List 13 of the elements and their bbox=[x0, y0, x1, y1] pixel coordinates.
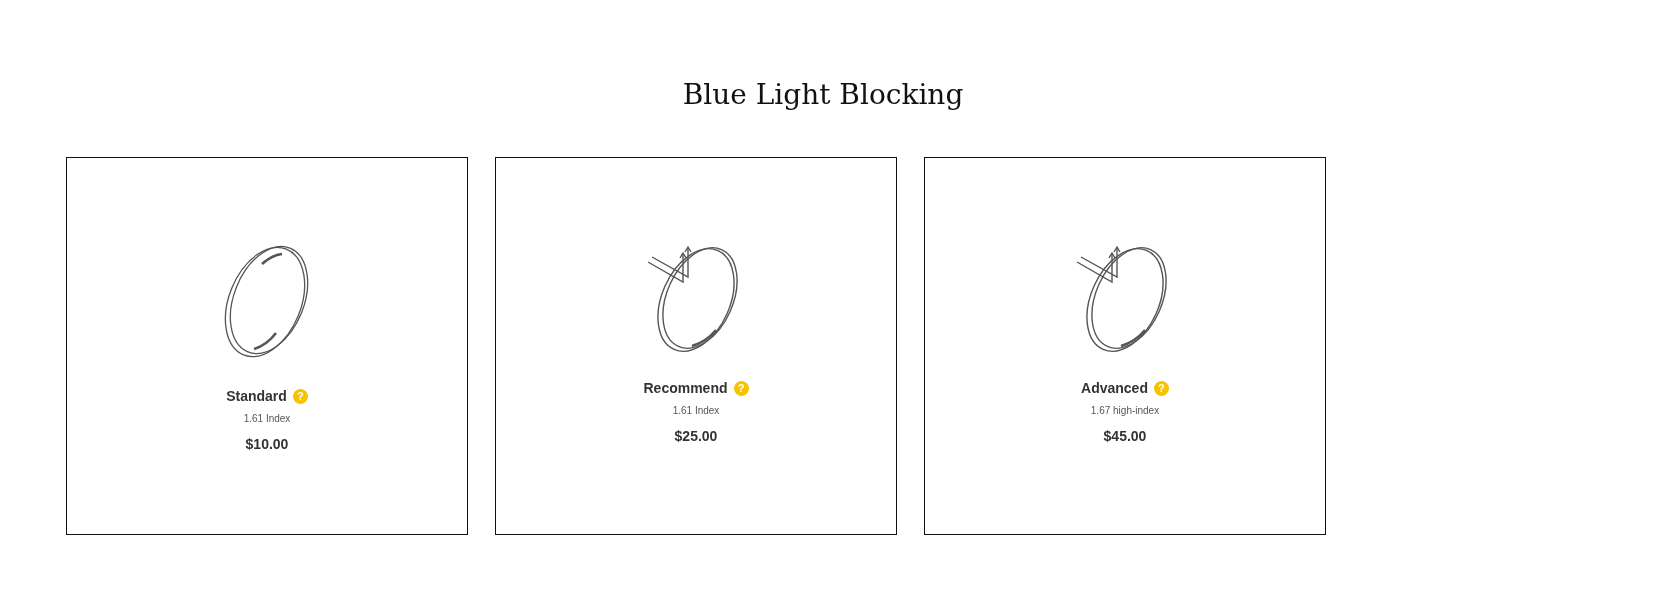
option-price: $25.00 bbox=[674, 428, 718, 444]
lens-option-card[interactable]: Recommend ? 1.61 Index $25.00 bbox=[495, 157, 897, 535]
option-detail: 1.67 high-index bbox=[1090, 405, 1160, 416]
option-detail: 1.61 Index bbox=[672, 405, 720, 416]
option-name: Advanced bbox=[1081, 380, 1148, 396]
lens-option-card[interactable]: Standard ? 1.61 Index $10.00 bbox=[66, 157, 468, 535]
option-name: Standard bbox=[226, 388, 287, 404]
option-name: Recommend bbox=[643, 380, 728, 396]
page-title: Blue Light Blocking bbox=[682, 78, 964, 111]
option-detail: 1.61 Index bbox=[243, 413, 291, 424]
option-price: $10.00 bbox=[245, 436, 289, 452]
lens-option-card[interactable]: Advanced ? 1.67 high-index $45.00 bbox=[924, 157, 1326, 535]
option-price: $45.00 bbox=[1103, 428, 1147, 444]
